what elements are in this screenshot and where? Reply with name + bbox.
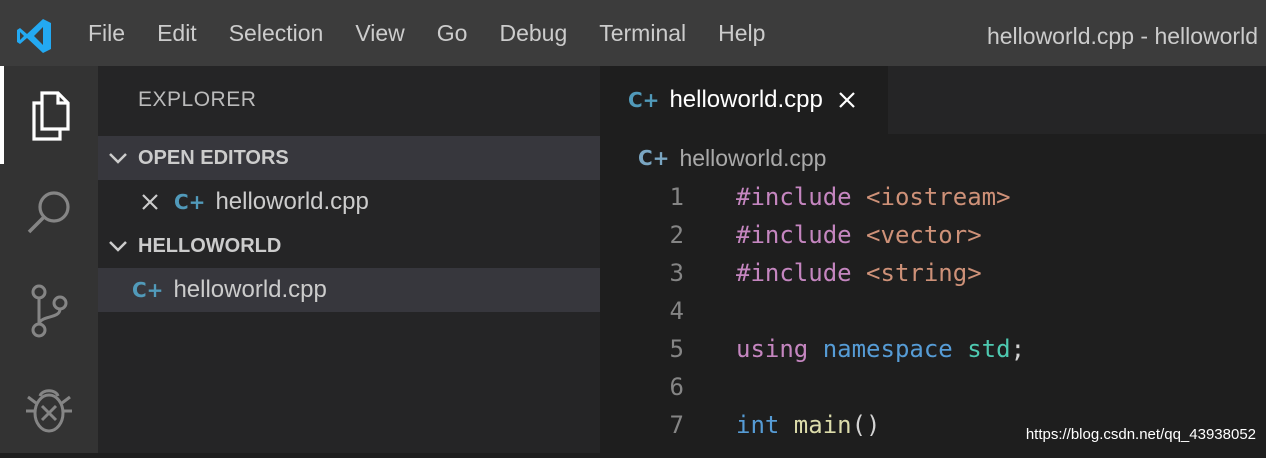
chevron-down-icon — [109, 241, 127, 252]
vscode-logo-icon — [17, 19, 51, 53]
search-icon — [27, 191, 70, 234]
menu-edit[interactable]: Edit — [141, 0, 213, 66]
sidebar-title: EXPLORER — [138, 88, 257, 111]
activity-bar — [0, 66, 98, 453]
menu-terminal[interactable]: Terminal — [583, 0, 702, 66]
watermark: https://blog.csdn.net/qq_43938052 — [1025, 426, 1256, 443]
menu-file[interactable]: File — [72, 0, 141, 66]
activity-source-control[interactable] — [0, 262, 98, 360]
code-token: int — [736, 411, 794, 439]
code-line[interactable]: 5 using namespace std; — [600, 330, 1266, 368]
tab-helloworld-cpp[interactable]: C+ helloworld.cpp — [600, 66, 888, 134]
code-line[interactable]: 3 #include <string> — [600, 254, 1266, 292]
cpp-file-icon: C+ — [132, 278, 164, 302]
cpp-file-icon: C+ — [638, 146, 670, 170]
line-number: 7 — [669, 411, 684, 439]
code-line[interactable]: 1 #include <iostream> — [600, 178, 1266, 216]
tab-label: helloworld.cpp — [669, 86, 823, 113]
editor-tabs: C+ helloworld.cpp — [600, 66, 1266, 134]
breadcrumb-filename: helloworld.cpp — [679, 144, 827, 171]
window-title: helloworld.cpp - helloworld — [986, 23, 1258, 49]
close-icon[interactable] — [837, 90, 857, 110]
line-number: 4 — [669, 297, 684, 325]
open-editor-item[interactable]: C+ helloworld.cpp — [98, 180, 600, 224]
activity-debug[interactable] — [0, 360, 98, 458]
code-token: <string> — [866, 259, 982, 287]
open-editors-label: OPEN EDITORS — [138, 146, 289, 169]
code-token: using — [736, 335, 823, 363]
code-line[interactable]: 6 — [600, 368, 1266, 406]
file-tree-filename: helloworld.cpp — [173, 276, 327, 303]
code-token: main — [793, 411, 852, 439]
code-editor[interactable]: 1 #include <iostream> 2 #include <vector> 3 #… — [600, 178, 1266, 444]
menu-selection[interactable]: Selection — [213, 0, 340, 66]
cpp-file-icon: C+ — [628, 88, 660, 112]
code-line[interactable]: 2 #include <vector> — [600, 216, 1266, 254]
code-token: std — [967, 335, 1011, 363]
helloworld-folder-header[interactable]: HELLOWORLD — [98, 224, 600, 268]
chevron-down-icon — [109, 153, 127, 164]
title-bar: File Edit Selection View Go Debug Termin… — [0, 0, 1266, 66]
line-number: 2 — [669, 221, 684, 249]
code-token: namespace — [822, 335, 968, 363]
code-token: #include — [736, 183, 867, 211]
source-control-icon — [31, 284, 68, 338]
line-number: 3 — [669, 259, 684, 287]
menu-view[interactable]: View — [339, 0, 420, 66]
line-number: 5 — [669, 335, 684, 363]
line-number: 6 — [669, 373, 684, 401]
folder-label: HELLOWORLD — [138, 234, 282, 257]
code-line[interactable]: 4 — [600, 292, 1266, 330]
cpp-file-icon: C+ — [174, 190, 206, 214]
code-token: #include — [736, 221, 867, 249]
menu-help[interactable]: Help — [702, 0, 781, 66]
activity-explorer[interactable] — [0, 66, 98, 164]
debug-icon — [26, 389, 72, 433]
open-editor-filename: helloworld.cpp — [215, 188, 369, 215]
explorer-sidebar: EXPLORER OPEN EDITORS C+ helloworld.cpp … — [98, 66, 600, 453]
menu-bar: File Edit Selection View Go Debug Termin… — [72, 0, 781, 66]
explorer-icon — [32, 91, 70, 141]
code-token: () — [851, 411, 881, 439]
open-editors-header[interactable]: OPEN EDITORS — [98, 136, 600, 180]
code-token: <iostream> — [866, 183, 1011, 211]
file-tree-item[interactable]: C+ helloworld.cpp — [98, 268, 600, 312]
code-token: #include — [736, 259, 867, 287]
menu-go[interactable]: Go — [421, 0, 484, 66]
breadcrumb[interactable]: C+ helloworld.cpp — [638, 140, 826, 176]
activity-search[interactable] — [0, 164, 98, 262]
line-number: 1 — [669, 183, 684, 211]
close-icon[interactable] — [140, 192, 160, 212]
code-token: <vector> — [866, 221, 982, 249]
menu-debug[interactable]: Debug — [483, 0, 583, 66]
code-token: ; — [1010, 335, 1026, 363]
